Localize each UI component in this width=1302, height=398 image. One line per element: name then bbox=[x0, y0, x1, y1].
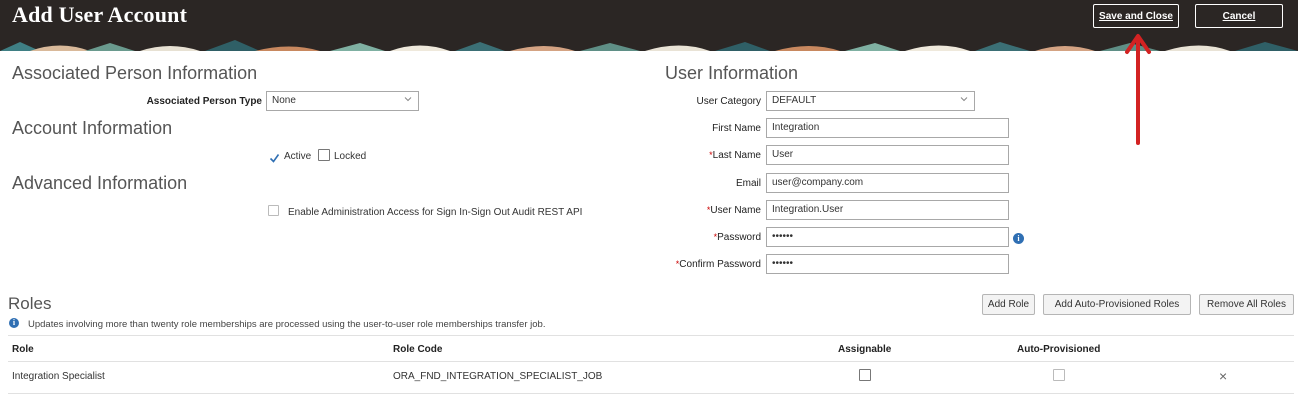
email-field[interactable]: user@company.com bbox=[766, 173, 1009, 193]
password-label: *Password bbox=[650, 232, 761, 243]
email-label: Email bbox=[735, 178, 761, 189]
table-bottom-divider bbox=[8, 393, 1294, 394]
roles-info-text: Updates involving more than twenty role … bbox=[28, 319, 546, 330]
user-category-select[interactable]: DEFAULT bbox=[766, 91, 975, 111]
checkmark-icon bbox=[269, 154, 280, 163]
associated-person-section-title: Associated Person Information bbox=[12, 63, 258, 83]
user-name-label-text: User Name bbox=[710, 205, 761, 216]
last-name-label-text: Last Name bbox=[712, 150, 761, 161]
password-field[interactable]: •••••• bbox=[766, 227, 1009, 247]
column-header-assignable: Assignable bbox=[838, 344, 892, 355]
associated-person-type-label: Associated Person Type bbox=[146, 96, 262, 107]
confirm-password-field[interactable]: •••••• bbox=[766, 254, 1009, 274]
remove-all-roles-button[interactable]: Remove All Roles bbox=[1199, 294, 1294, 315]
add-role-button[interactable]: Add Role bbox=[982, 294, 1035, 315]
admin-access-label: Enable Administration Access for Sign In… bbox=[288, 207, 583, 218]
first-name-field[interactable]: Integration bbox=[766, 118, 1009, 138]
column-header-role: Role bbox=[12, 344, 34, 355]
user-info-section-title: User Information bbox=[665, 63, 799, 83]
table-header-divider bbox=[8, 361, 1294, 362]
associated-person-type-value: None bbox=[272, 95, 296, 106]
confirm-password-label: *Confirm Password bbox=[650, 259, 761, 270]
first-name-label: First Name bbox=[712, 123, 761, 134]
chevron-down-icon bbox=[404, 97, 412, 102]
user-category-label: User Category bbox=[696, 96, 761, 107]
remove-role-icon[interactable]: × bbox=[1219, 368, 1227, 384]
active-label: Active bbox=[284, 151, 312, 162]
user-category-value: DEFAULT bbox=[772, 95, 817, 106]
password-info-icon[interactable]: i bbox=[1013, 233, 1024, 244]
confirm-password-label-text: Confirm Password bbox=[679, 259, 761, 270]
chevron-down-icon bbox=[960, 97, 968, 102]
last-name-label: *Last Name bbox=[650, 150, 761, 161]
admin-access-checkbox[interactable] bbox=[268, 205, 279, 216]
info-icon: i bbox=[9, 318, 19, 328]
last-name-field[interactable]: User bbox=[766, 145, 1009, 165]
account-section-title: Account Information bbox=[12, 118, 173, 138]
add-auto-provisioned-roles-button[interactable]: Add Auto-Provisioned Roles bbox=[1043, 294, 1191, 315]
header-decorative-pattern bbox=[0, 40, 1298, 51]
user-name-label: *User Name bbox=[650, 205, 761, 216]
page-title: Add User Account bbox=[12, 2, 188, 27]
role-name-cell: Integration Specialist bbox=[12, 371, 105, 382]
annotation-arrow-icon bbox=[1125, 34, 1151, 145]
roles-section-title: Roles bbox=[8, 294, 52, 313]
assignable-checkbox[interactable] bbox=[859, 369, 871, 381]
active-checkbox[interactable] bbox=[268, 150, 280, 163]
locked-checkbox[interactable] bbox=[318, 149, 330, 161]
password-label-text: Password bbox=[717, 232, 761, 243]
cancel-button[interactable]: Cancel bbox=[1195, 4, 1283, 28]
column-header-role-code: Role Code bbox=[393, 344, 443, 355]
locked-label: Locked bbox=[334, 151, 367, 162]
table-top-divider bbox=[8, 335, 1294, 336]
role-code-cell: ORA_FND_INTEGRATION_SPECIALIST_JOB bbox=[393, 371, 603, 382]
column-header-auto-provisioned: Auto-Provisioned bbox=[1017, 344, 1101, 355]
user-name-field[interactable]: Integration.User bbox=[766, 200, 1009, 220]
associated-person-type-select[interactable]: None bbox=[266, 91, 419, 111]
auto-provisioned-checkbox[interactable] bbox=[1053, 369, 1065, 381]
page-header: Add User Account Save and Close Cancel bbox=[0, 0, 1298, 51]
save-and-close-button[interactable]: Save and Close bbox=[1093, 4, 1179, 28]
advanced-section-title: Advanced Information bbox=[12, 173, 188, 193]
